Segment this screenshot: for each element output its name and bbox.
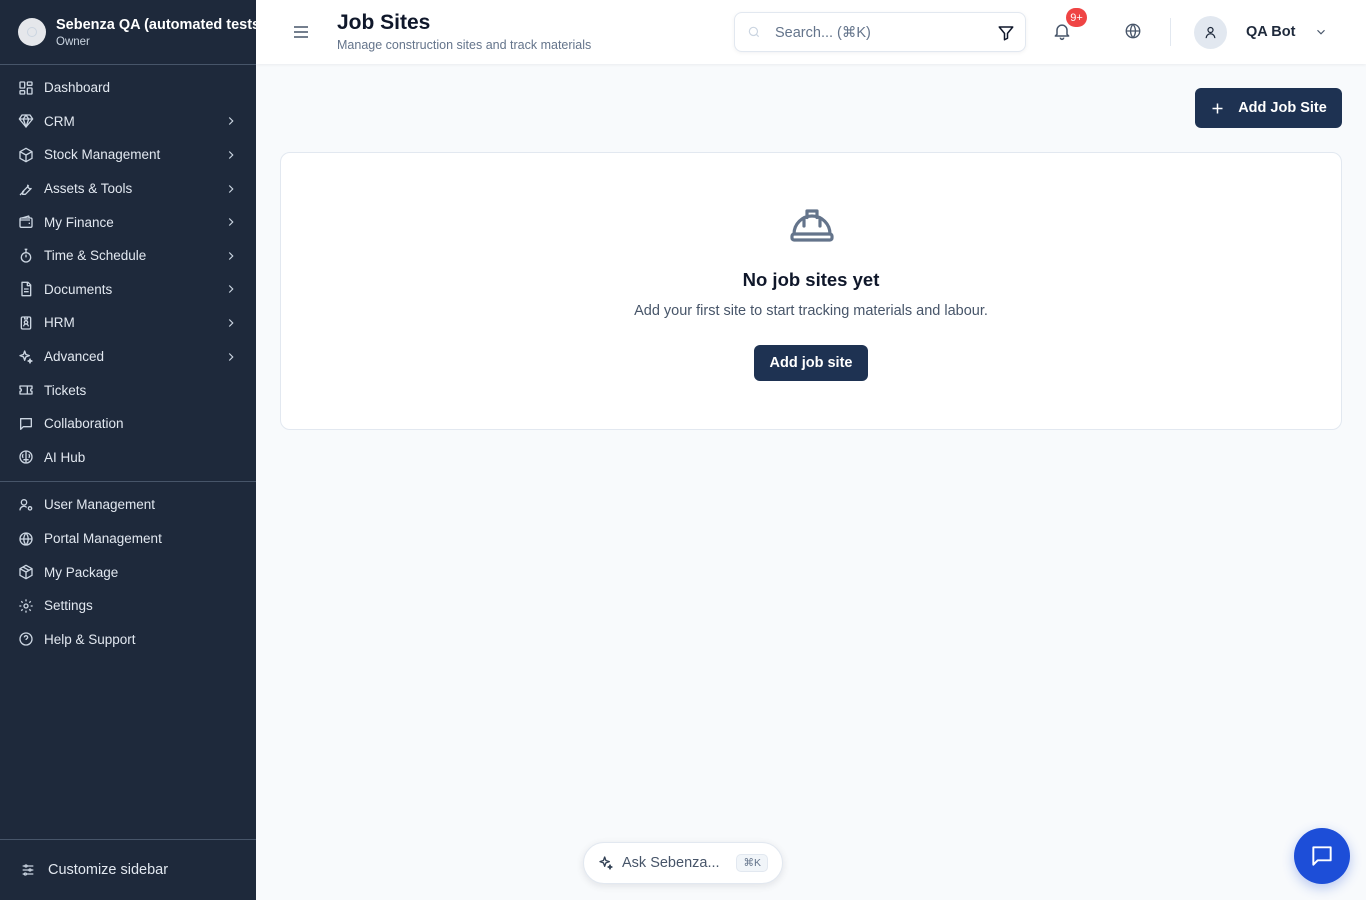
sidebar-item-label: Settings <box>44 598 93 614</box>
sidebar-item-label: CRM <box>44 113 75 129</box>
org-role: Owner <box>56 35 90 48</box>
add-job-site-empty-button[interactable]: Add job site <box>754 345 868 381</box>
add-job-site-button[interactable]: Add Job Site <box>1195 88 1342 128</box>
notification-badge: 9+ <box>1066 8 1087 27</box>
empty-state-title: No job sites yet <box>742 269 880 290</box>
id-badge-icon <box>20 316 32 330</box>
sidebar-item-time-schedule[interactable]: Time & Schedule <box>0 239 256 273</box>
sidebar-item-assets-tools[interactable]: Assets & Tools <box>0 172 256 206</box>
hard-hat-icon <box>790 209 834 242</box>
chevron-right-icon <box>228 352 234 361</box>
org-name: Sebenza QA (automated tests) <box>56 16 256 33</box>
customize-sidebar-button[interactable]: Customize sidebar <box>0 839 256 900</box>
globe-icon <box>19 531 33 546</box>
sidebar-item-label: Documents <box>44 281 113 297</box>
sidebar-item-stock-management[interactable]: Stock Management <box>0 138 256 172</box>
sparkles-icon <box>599 856 613 870</box>
wallet-icon <box>19 215 33 229</box>
empty-state-card: No job sites yet Add your first site to … <box>280 152 1342 430</box>
chevron-right-icon <box>228 117 234 126</box>
message-square-icon <box>20 417 32 430</box>
empty-state-text: Add your first site to start tracking ma… <box>634 303 988 319</box>
ask-assistant-label: Ask Sebenza... <box>622 855 720 871</box>
wrench-icon <box>19 184 32 196</box>
help-circle-icon <box>19 632 33 646</box>
avatar <box>1194 15 1227 49</box>
brain-icon <box>19 450 33 464</box>
sidebar-item-crm[interactable]: CRM <box>0 105 256 139</box>
sidebar-item-dashboard[interactable]: Dashboard <box>0 71 256 105</box>
diamond-icon <box>18 114 34 129</box>
sidebar-item-label: Stock Management <box>44 147 161 163</box>
ask-assistant-bar[interactable]: Ask Sebenza... ⌘K <box>583 842 783 884</box>
sidebar-item-user-management[interactable]: User Management <box>0 488 256 522</box>
sidebar-item-collaboration[interactable]: Collaboration <box>0 407 256 441</box>
chevron-right-icon <box>228 251 234 260</box>
sidebar-item-label: User Management <box>44 497 156 513</box>
header-divider <box>1170 18 1171 46</box>
sidebar-item-help-support[interactable]: Help & Support <box>0 623 256 657</box>
chevron-down-icon <box>1317 29 1326 35</box>
add-job-site-label: Add Job Site <box>1238 100 1327 116</box>
chat-button[interactable] <box>1294 828 1350 884</box>
message-square-icon <box>1312 846 1332 866</box>
filter-icon[interactable] <box>997 24 1015 42</box>
sidebar-item-documents[interactable]: Documents <box>0 273 256 307</box>
top-header: Job Sites Manage construction sites and … <box>256 0 1366 64</box>
chevron-right-icon <box>228 151 234 159</box>
sidebar-item-label: AI Hub <box>44 449 86 465</box>
sidebar-item-label: My Package <box>44 564 119 580</box>
page-title: Job Sites <box>337 11 431 34</box>
sidebar-item-advanced[interactable]: Advanced <box>0 340 256 374</box>
sidebar-nav: Dashboard CRM Stock Management Assets & … <box>0 65 256 656</box>
box-icon <box>19 147 33 163</box>
sidebar-divider <box>0 481 256 483</box>
hamburger-menu-icon[interactable] <box>292 24 310 40</box>
document-icon <box>21 282 32 297</box>
org-avatar <box>18 18 46 46</box>
sidebar-item-label: Assets & Tools <box>44 181 133 197</box>
sidebar: Sebenza QA (automated tests) Owner Dashb… <box>0 0 256 900</box>
chevron-right-icon <box>228 319 234 327</box>
sidebar-item-settings[interactable]: Settings <box>0 589 256 623</box>
search-icon <box>748 26 760 38</box>
page-subtitle: Manage construction sites and track mate… <box>337 38 592 52</box>
user-name: QA Bot <box>1246 24 1296 40</box>
plus-icon <box>1212 103 1223 113</box>
sidebar-item-label: Tickets <box>44 382 87 398</box>
sidebar-item-label: Collaboration <box>44 416 124 432</box>
org-switcher[interactable]: Sebenza QA (automated tests) Owner <box>0 0 256 65</box>
user-cog-icon <box>19 498 33 511</box>
sidebar-item-label: HRM <box>44 315 75 331</box>
sidebar-item-label: Dashboard <box>44 80 111 96</box>
sidebar-item-tickets[interactable]: Tickets <box>0 373 256 407</box>
sidebar-item-label: Time & Schedule <box>44 248 147 264</box>
sidebar-item-label: Help & Support <box>44 631 136 647</box>
sliders-icon <box>22 864 34 876</box>
ticket-icon <box>19 385 33 395</box>
sidebar-item-label: Portal Management <box>44 531 162 547</box>
sidebar-item-label: Advanced <box>44 349 105 365</box>
sidebar-item-ai-hub[interactable]: AI Hub <box>0 441 256 475</box>
sidebar-item-hrm[interactable]: HRM <box>0 306 256 340</box>
keyboard-shortcut: ⌘K <box>736 854 768 872</box>
user-menu[interactable]: QA Bot <box>1194 15 1328 49</box>
gear-icon <box>19 599 33 613</box>
chevron-right-icon <box>228 184 234 193</box>
global-search <box>734 12 1026 52</box>
globe-icon[interactable] <box>1124 22 1142 40</box>
sidebar-item-my-package[interactable]: My Package <box>0 555 256 589</box>
stopwatch-icon <box>20 248 32 263</box>
sidebar-item-label: My Finance <box>44 214 114 230</box>
chevron-right-icon <box>228 285 234 294</box>
sidebar-item-my-finance[interactable]: My Finance <box>0 205 256 239</box>
customize-sidebar-label: Customize sidebar <box>48 862 169 878</box>
package-icon <box>19 564 33 580</box>
chevron-right-icon <box>228 218 234 227</box>
search-input[interactable] <box>775 22 985 44</box>
sparkles-icon <box>19 349 33 364</box>
sidebar-item-portal-management[interactable]: Portal Management <box>0 522 256 556</box>
user-icon <box>1205 26 1216 38</box>
dashboard-icon <box>19 81 33 95</box>
